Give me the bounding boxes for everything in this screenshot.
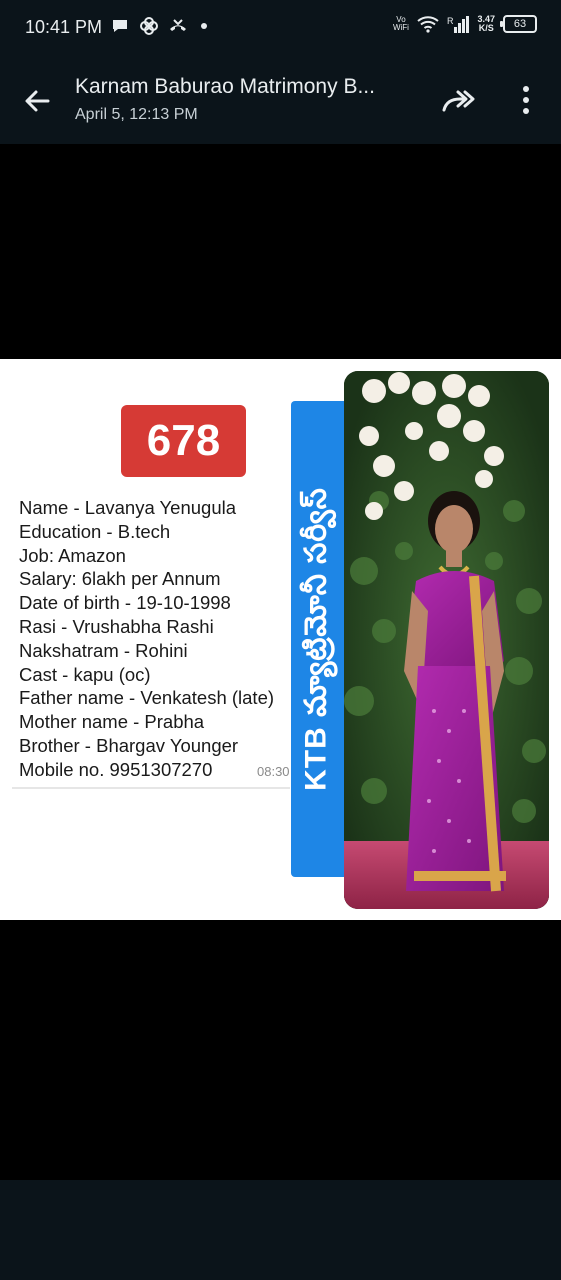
- battery-level: 63: [513, 18, 527, 30]
- detail-brother: Brother - Bhargav Younger: [19, 734, 239, 756]
- roaming-label: R: [446, 15, 454, 26]
- detail-education: Education - B.tech: [19, 520, 171, 542]
- woman-in-saree-illustration: [344, 371, 549, 909]
- more-notifications-dot: [201, 23, 207, 29]
- bottom-bar: [0, 1180, 561, 1280]
- status-bar: 10:41 PM Vo WiFi R 3.47 K/S 63: [0, 0, 561, 56]
- wifi-icon: [417, 16, 439, 33]
- detail-mobile: Mobile no. 9951307270: [19, 758, 213, 780]
- divider: [12, 787, 290, 789]
- profile-number-badge: 678: [121, 405, 246, 477]
- profile-photo: [344, 371, 549, 909]
- app-header: Karnam Baburao Matrimony B... April 5, 1…: [0, 56, 561, 144]
- vowifi-bottom-label: WiFi: [392, 23, 409, 32]
- pinwheel-app-icon: [140, 17, 158, 35]
- banner-text: KTB మ్యాట్రిమోనీ సర్వీస్: [299, 487, 333, 791]
- detail-salary: Salary: 6lakh per Annum: [19, 568, 221, 590]
- missed-call-icon: [170, 19, 186, 31]
- more-options-icon[interactable]: [512, 82, 540, 118]
- speed-unit: K/S: [478, 23, 494, 33]
- detail-name: Name - Lavanya Yenugula: [19, 497, 237, 518]
- network-speed: 3.47 K/S: [477, 15, 495, 33]
- detail-dob: Date of birth - 19-10-1998: [19, 592, 231, 614]
- chat-title[interactable]: Karnam Baburao Matrimony B...: [75, 75, 435, 99]
- forward-icon[interactable]: [440, 86, 478, 116]
- chat-bubble-icon: [113, 20, 127, 32]
- status-right-icons: Vo WiFi R 3.47 K/S 63: [393, 14, 537, 34]
- notification-icons: [110, 16, 207, 36]
- back-arrow-icon[interactable]: [20, 84, 54, 118]
- cell-signal-icon: R: [446, 15, 470, 33]
- detail-rasi: Rasi - Vrushabha Rashi: [19, 615, 214, 637]
- detail-mother: Mother name - Prabha: [19, 711, 205, 733]
- shared-image[interactable]: 678 Name - Lavanya Yenugula Education - …: [0, 359, 561, 920]
- status-time: 10:41 PM: [25, 17, 103, 37]
- detail-job: Job: Amazon: [19, 544, 126, 566]
- vertical-banner: KTB మ్యాట్రిమోనీ సర్వీస్: [291, 401, 349, 877]
- message-timestamp: April 5, 12:13 PM: [75, 106, 198, 123]
- profile-details: Name - Lavanya Yenugula Education - B.te…: [19, 496, 274, 782]
- embedded-message-time: 08:30: [257, 764, 290, 779]
- detail-father: Father name - Venkatesh (late): [19, 687, 275, 709]
- battery-icon: 63: [500, 15, 537, 33]
- detail-cast: Cast - kapu (oc): [19, 663, 151, 685]
- vowifi-indicator: Vo WiFi: [393, 16, 409, 32]
- detail-nakshatram: Nakshatram - Rohini: [19, 639, 188, 661]
